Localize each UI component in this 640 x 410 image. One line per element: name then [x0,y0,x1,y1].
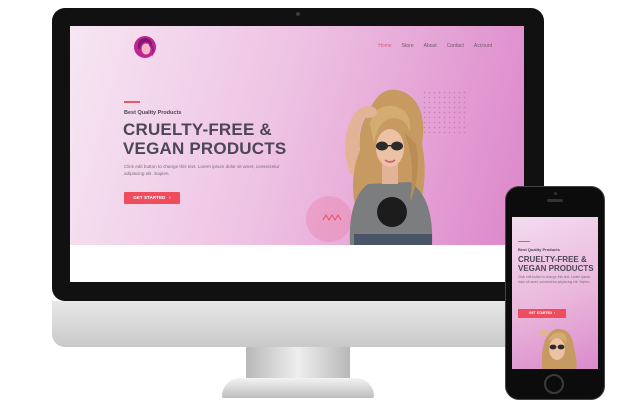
speaker-grille [547,199,563,202]
get-started-button[interactable]: GET STARTED › [124,192,180,204]
home-button[interactable] [544,374,564,394]
mobile-hero-title-line-2: VEGAN PRODUCTS [518,264,594,273]
nav-item-contact[interactable]: Contact [447,43,464,49]
mobile-chevron-right-icon: › [552,311,555,315]
mobile-get-started-label: GET STARTED [529,311,553,315]
mobile-accent-line [518,241,530,242]
hero-title-line-1: CRUELTY-FREE & [123,120,272,139]
get-started-label: GET STARTED [133,195,166,200]
mobile-hero-title: CRUELTY-FREE & VEGAN PRODUCTS [518,255,594,273]
webcam-icon [296,12,300,16]
hero-title-line-2: VEGAN PRODUCTS [123,139,287,158]
mobile-screen: Best Quality Products CRUELTY-FREE & VEG… [512,217,598,369]
accent-line [124,101,140,103]
hero-section: Home Store About Contact Account Best Qu… [70,26,524,245]
hero-subtitle: Best Quality Products [124,110,182,116]
nav-item-store[interactable]: Store [402,43,414,49]
hero-description: Click edit button to change this text. L… [124,164,280,176]
monitor-chin [52,301,544,347]
nav-item-about[interactable]: About [424,43,437,49]
mobile-hero-model-image [539,328,577,369]
nav-item-home[interactable]: Home [378,43,391,49]
mobile-hero-subtitle: Best Quality Products [518,247,560,252]
content-area [70,245,524,282]
main-nav: Home Store About Contact Account [378,43,492,49]
mobile-get-started-button[interactable]: GET STARTED › [518,309,566,318]
mobile-hero-description: Click edit button to change this text. L… [518,275,591,284]
hero-title: CRUELTY-FREE & VEGAN PRODUCTS [123,120,286,158]
brand-logo-icon[interactable] [130,34,160,60]
monitor-stand-base [222,378,374,398]
front-camera-icon [554,192,557,195]
hero-model-image [345,89,433,245]
mobile-phone: Best Quality Products CRUELTY-FREE & VEG… [505,186,605,400]
desktop-screen: Home Store About Contact Account Best Qu… [70,26,524,282]
nav-item-account[interactable]: Account [474,43,492,49]
chevron-right-icon: › [166,195,171,200]
desktop-monitor: Home Store About Contact Account Best Qu… [52,8,544,301]
mobile-hero-title-line-1: CRUELTY-FREE & [518,255,587,264]
